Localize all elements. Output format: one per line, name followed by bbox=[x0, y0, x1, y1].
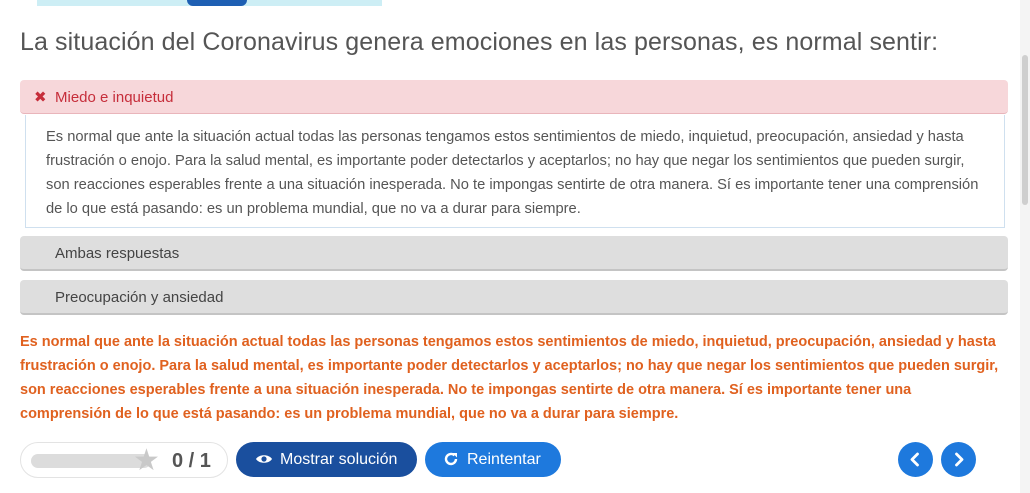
feedback-text: Es normal que ante la situación actual t… bbox=[20, 334, 999, 422]
header-image-figure bbox=[187, 0, 247, 6]
answer-label: Miedo e inquietud bbox=[55, 89, 174, 106]
show-solution-button[interactable]: Mostrar solución bbox=[236, 442, 417, 477]
answer-option-wrong[interactable]: ✖ Miedo e inquietud bbox=[20, 80, 1008, 114]
x-icon: ✖ bbox=[34, 89, 47, 106]
star-icon: ★ bbox=[133, 444, 160, 477]
score-bar: ★ 0 / 1 bbox=[20, 442, 228, 478]
scrollbar[interactable] bbox=[1020, 0, 1030, 493]
chevron-right-icon bbox=[955, 452, 964, 467]
eye-icon bbox=[255, 451, 273, 472]
score-value: 0 / 1 bbox=[172, 450, 211, 472]
answer-option[interactable]: Preocupación y ansiedad bbox=[20, 280, 1008, 315]
header-image bbox=[37, 0, 382, 6]
retry-label: Reintentar bbox=[467, 451, 541, 468]
retry-button[interactable]: Reintentar bbox=[425, 442, 561, 477]
next-button[interactable] bbox=[941, 442, 976, 477]
previous-button[interactable] bbox=[898, 442, 933, 477]
answer-option[interactable]: Ambas respuestas bbox=[20, 236, 1008, 271]
scrollbar-thumb[interactable] bbox=[1022, 55, 1028, 205]
question-title: La situación del Coronavirus genera emoc… bbox=[20, 28, 939, 56]
chevron-left-icon bbox=[910, 452, 919, 467]
show-solution-label: Mostrar solución bbox=[280, 451, 398, 468]
answer-tip: Es normal que ante la situación actual t… bbox=[25, 115, 1005, 228]
answer-label: Ambas respuestas bbox=[55, 245, 180, 262]
retry-icon bbox=[443, 451, 459, 472]
answer-label: Preocupación y ansiedad bbox=[55, 289, 224, 306]
